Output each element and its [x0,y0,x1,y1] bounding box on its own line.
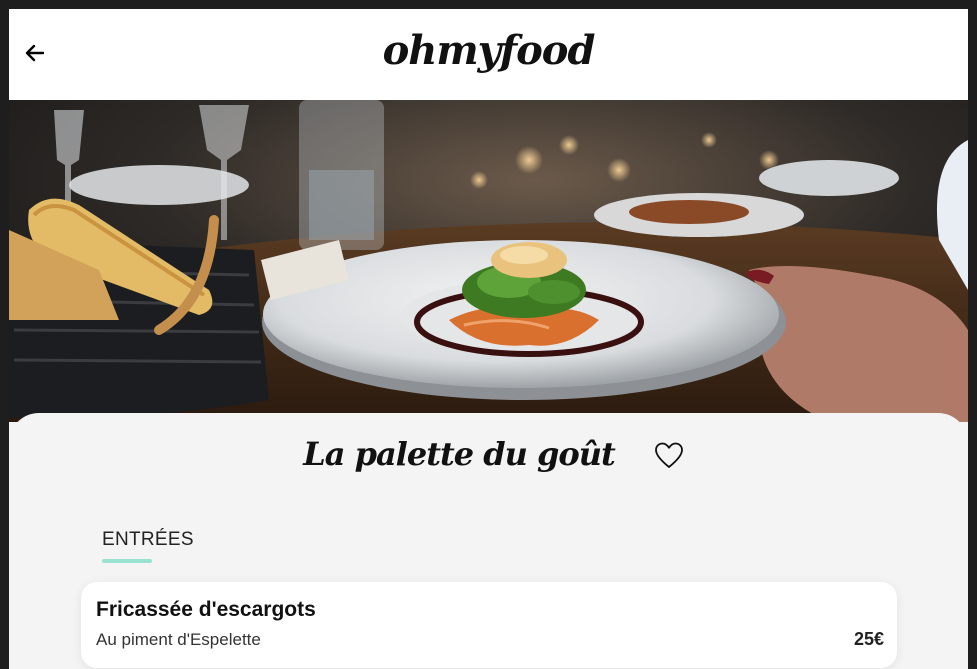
menu-section-entrees: ENTRÉES [102,529,194,563]
menu-item-card[interactable]: Fricassée d'escargots Au piment d'Espele… [81,582,897,668]
dish-name: Fricassée d'escargots [96,598,316,621]
app-frame: ohmyfood La palette du goût ENTRÉES Fric… [9,9,968,669]
dish-price: 25€ [853,629,884,649]
restaurant-content: La palette du goût ENTRÉES Fricassée d'e… [9,413,968,669]
section-underline [102,559,152,563]
header: ohmyfood [9,9,968,100]
heart-icon[interactable] [654,441,684,471]
hero-image [9,100,968,422]
restaurant-name: La palette du goût [303,435,616,473]
dish-description: Au piment d'Espelette [96,630,261,649]
section-title: ENTRÉES [102,529,194,550]
restaurant-title-row: La palette du goût [9,435,968,485]
app-logo[interactable]: ohmyfood [9,27,968,74]
